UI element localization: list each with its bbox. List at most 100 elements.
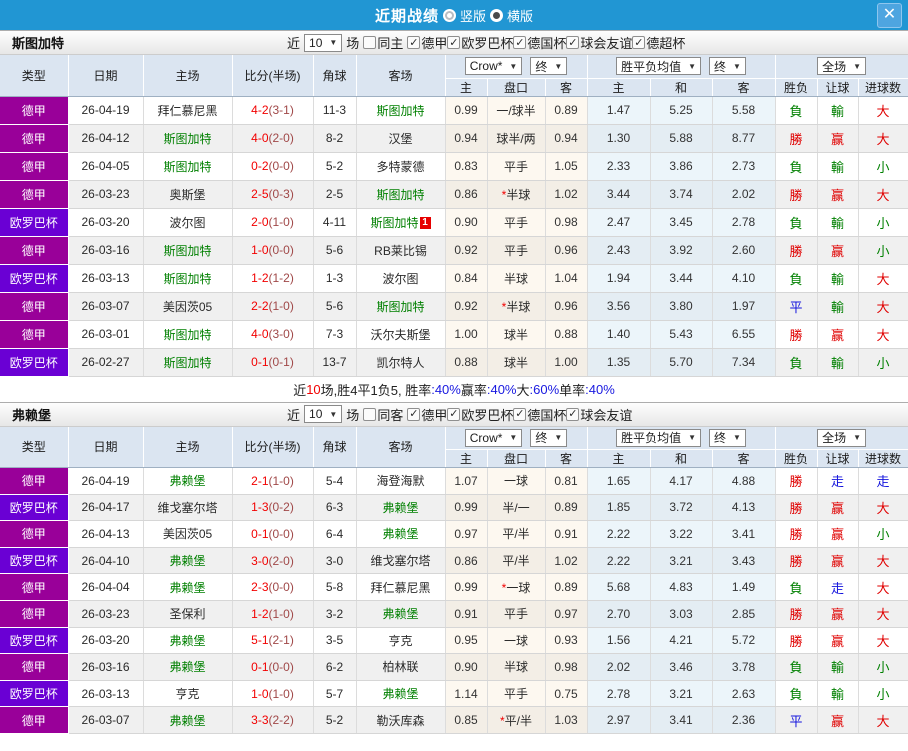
bookmaker-select[interactable]: Crow* ▼ — [464, 428, 523, 447]
checkbox-checked-icon[interactable] — [566, 407, 580, 421]
checkbox-checked-icon[interactable] — [447, 36, 461, 49]
recent-count-select[interactable]: 10 ▼ — [304, 33, 343, 52]
date-cell: 26-03-20 — [68, 208, 144, 237]
away-team-cell: 柏林联 — [356, 653, 446, 681]
handicap-cell: 平手 — [487, 208, 546, 237]
chevron-down-icon: ▼ — [688, 61, 697, 71]
corner-cell: 5-4 — [313, 467, 357, 495]
league-filter-checkbox[interactable]: 欧罗巴杯 — [447, 33, 513, 52]
handicap-cell: 半/一 — [487, 494, 546, 522]
chevron-down-icon: ▼ — [853, 433, 861, 443]
corner-cell: 5-7 — [313, 680, 357, 708]
recent-count-value: 10 — [309, 407, 323, 421]
league-filter-checkbox[interactable]: 欧罗巴杯 — [447, 405, 513, 424]
league-filter-checkbox[interactable]: 德国杯 — [513, 33, 566, 52]
odds-stage-select[interactable]: 终 ▼ — [530, 57, 568, 76]
crow-home-odds-cell: 0.92 — [445, 236, 488, 265]
recent-count-select[interactable]: 10 ▼ — [304, 405, 343, 423]
avg-home-odds-cell: 2.33 — [587, 152, 651, 181]
checkbox-checked-icon[interactable] — [566, 36, 580, 49]
checkbox-checked-icon[interactable] — [407, 36, 421, 49]
date-cell: 26-03-07 — [68, 706, 144, 734]
home-team-cell: 斯图加特 — [143, 236, 233, 265]
score-cell: 4-2(3-1) — [232, 96, 314, 125]
same-venue-checkbox[interactable]: 同客 — [363, 405, 403, 424]
summary-part: :40% — [486, 381, 517, 397]
match-row: 德甲 26-03-01 斯图加特 4-0(3-0) 7-3 沃尔夫斯堡 1.00 球半 0.88… — [0, 320, 908, 349]
league-filter-checkbox[interactable]: 球会友谊 — [566, 33, 632, 52]
score-cell: 1-2(1-0) — [232, 600, 314, 628]
chevron-down-icon: ▼ — [329, 38, 338, 47]
chevron-down-icon: ▼ — [329, 409, 338, 419]
home-team-cell: 斯图加特 — [143, 152, 233, 181]
avg-away-odds-cell: 7.34 — [712, 348, 776, 377]
avg-stage-select[interactable]: 终 ▼ — [709, 57, 746, 76]
avg-home-odds-cell: 2.02 — [587, 653, 651, 681]
avg-odds-select[interactable]: 胜平负均值 ▼ — [616, 57, 702, 76]
goals-result-cell: 大 — [858, 180, 908, 209]
home-team-cell: 美因茨05 — [143, 520, 233, 548]
avg-away-odds-cell: 8.77 — [712, 124, 776, 153]
crow-home-odds-cell: 0.95 — [445, 627, 488, 655]
corner-cell: 2-5 — [313, 180, 357, 209]
result-cell: 勝 — [775, 320, 818, 349]
checkbox-checked-icon[interactable] — [447, 407, 461, 421]
checkbox-checked-icon[interactable] — [407, 407, 421, 421]
league-filter-checkbox[interactable]: 德超杯 — [632, 33, 685, 52]
radio-checked-icon[interactable] — [490, 8, 503, 22]
full-match-select[interactable]: 全场 ▼ — [817, 428, 866, 447]
avg-home-odds-cell: 1.94 — [587, 264, 651, 293]
checkbox-checked-icon[interactable] — [513, 407, 527, 421]
match-row: 德甲 26-03-23 奥斯堡 2-5(0-3) 2-5 斯图加特 0.86 *半球 1.02 3… — [0, 180, 908, 209]
bookmaker-select[interactable]: Crow* ▼ — [464, 57, 523, 76]
avg-away-odds-cell: 2.85 — [712, 600, 776, 628]
match-row: 欧罗巴杯 26-03-13 亨克 1-0(1-0) 5-7 弗赖堡 1.14 平手 0.75 2.… — [0, 680, 908, 708]
handicap-cell: 一球 — [487, 627, 546, 655]
avg-draw-odds-cell: 3.21 — [650, 547, 713, 575]
summary-part: :40% — [585, 381, 615, 397]
league-filter-checkbox[interactable]: 德甲 — [407, 33, 447, 52]
avg-home-odds-cell: 5.68 — [587, 573, 651, 601]
score-cell: 2-3(0-0) — [232, 573, 314, 601]
avg-draw-odds-cell: 3.44 — [650, 264, 713, 293]
checkbox-checked-icon[interactable] — [513, 36, 527, 49]
crow-away-odds-cell: 0.89 — [545, 573, 588, 601]
avg-home-odds-cell: 2.97 — [587, 706, 651, 734]
checkbox-checked-icon[interactable] — [632, 36, 646, 49]
score-cell: 0-1(0-1) — [232, 348, 314, 377]
match-row: 德甲 26-04-12 斯图加特 4-0(2-0) 8-2 汉堡 0.94 球半/两 0.94 1… — [0, 124, 908, 153]
goals-result-cell: 小 — [858, 208, 908, 237]
radio-icon[interactable] — [442, 8, 456, 22]
avg-odds-select[interactable]: 胜平负均值 ▼ — [616, 428, 702, 447]
avg-draw-odds-cell: 3.80 — [650, 292, 713, 321]
result-cell: 勝 — [775, 180, 818, 209]
avg-stage-select[interactable]: 终 ▼ — [709, 428, 746, 447]
crow-home-odds-cell: 1.00 — [445, 320, 488, 349]
date-cell: 26-02-27 — [68, 348, 144, 377]
close-button[interactable]: ✕ — [877, 3, 902, 28]
match-row: 欧罗巴杯 26-03-13 斯图加特 1-2(1-2) 1-3 波尔图 0.84 半球 1.04… — [0, 264, 908, 293]
full-match-select[interactable]: 全场 ▼ — [817, 57, 866, 76]
match-row: 德甲 26-04-19 拜仁慕尼黑 4-2(3-1) 11-3 斯图加特 0.99 一/球半 0… — [0, 96, 908, 125]
checkbox-icon[interactable] — [363, 36, 377, 49]
league-cell: 欧罗巴杯 — [0, 627, 69, 655]
same-venue-checkbox[interactable]: 同主 — [363, 33, 403, 52]
avg-away-odds-cell: 4.13 — [712, 494, 776, 522]
avg-away-odds-cell: 2.60 — [712, 236, 776, 265]
avg-draw-odds-cell: 3.46 — [650, 653, 713, 681]
handicap-cell: 球半 — [487, 348, 546, 377]
league-filter-checkbox[interactable]: 球会友谊 — [566, 405, 632, 424]
avg-away-odds-cell: 2.36 — [712, 706, 776, 734]
odds-stage-select[interactable]: 终 ▼ — [530, 428, 568, 447]
crow-away-odds-cell: 0.96 — [545, 236, 588, 265]
league-filter-checkbox[interactable]: 德国杯 — [513, 405, 566, 424]
league-filter-checkbox[interactable]: 德甲 — [407, 405, 447, 424]
checkbox-icon[interactable] — [363, 407, 377, 421]
score-cell: 2-5(0-3) — [232, 180, 314, 209]
avg-away-odds-cell: 4.10 — [712, 264, 776, 293]
radio-horizontal-layout[interactable]: 横版 — [490, 6, 533, 25]
avg-odds-value: 胜平负均值 — [621, 431, 682, 446]
result-cell: 勝 — [775, 600, 818, 628]
crow-home-odds-cell: 0.88 — [445, 348, 488, 377]
radio-vertical-layout[interactable]: 竖版 — [442, 6, 486, 25]
